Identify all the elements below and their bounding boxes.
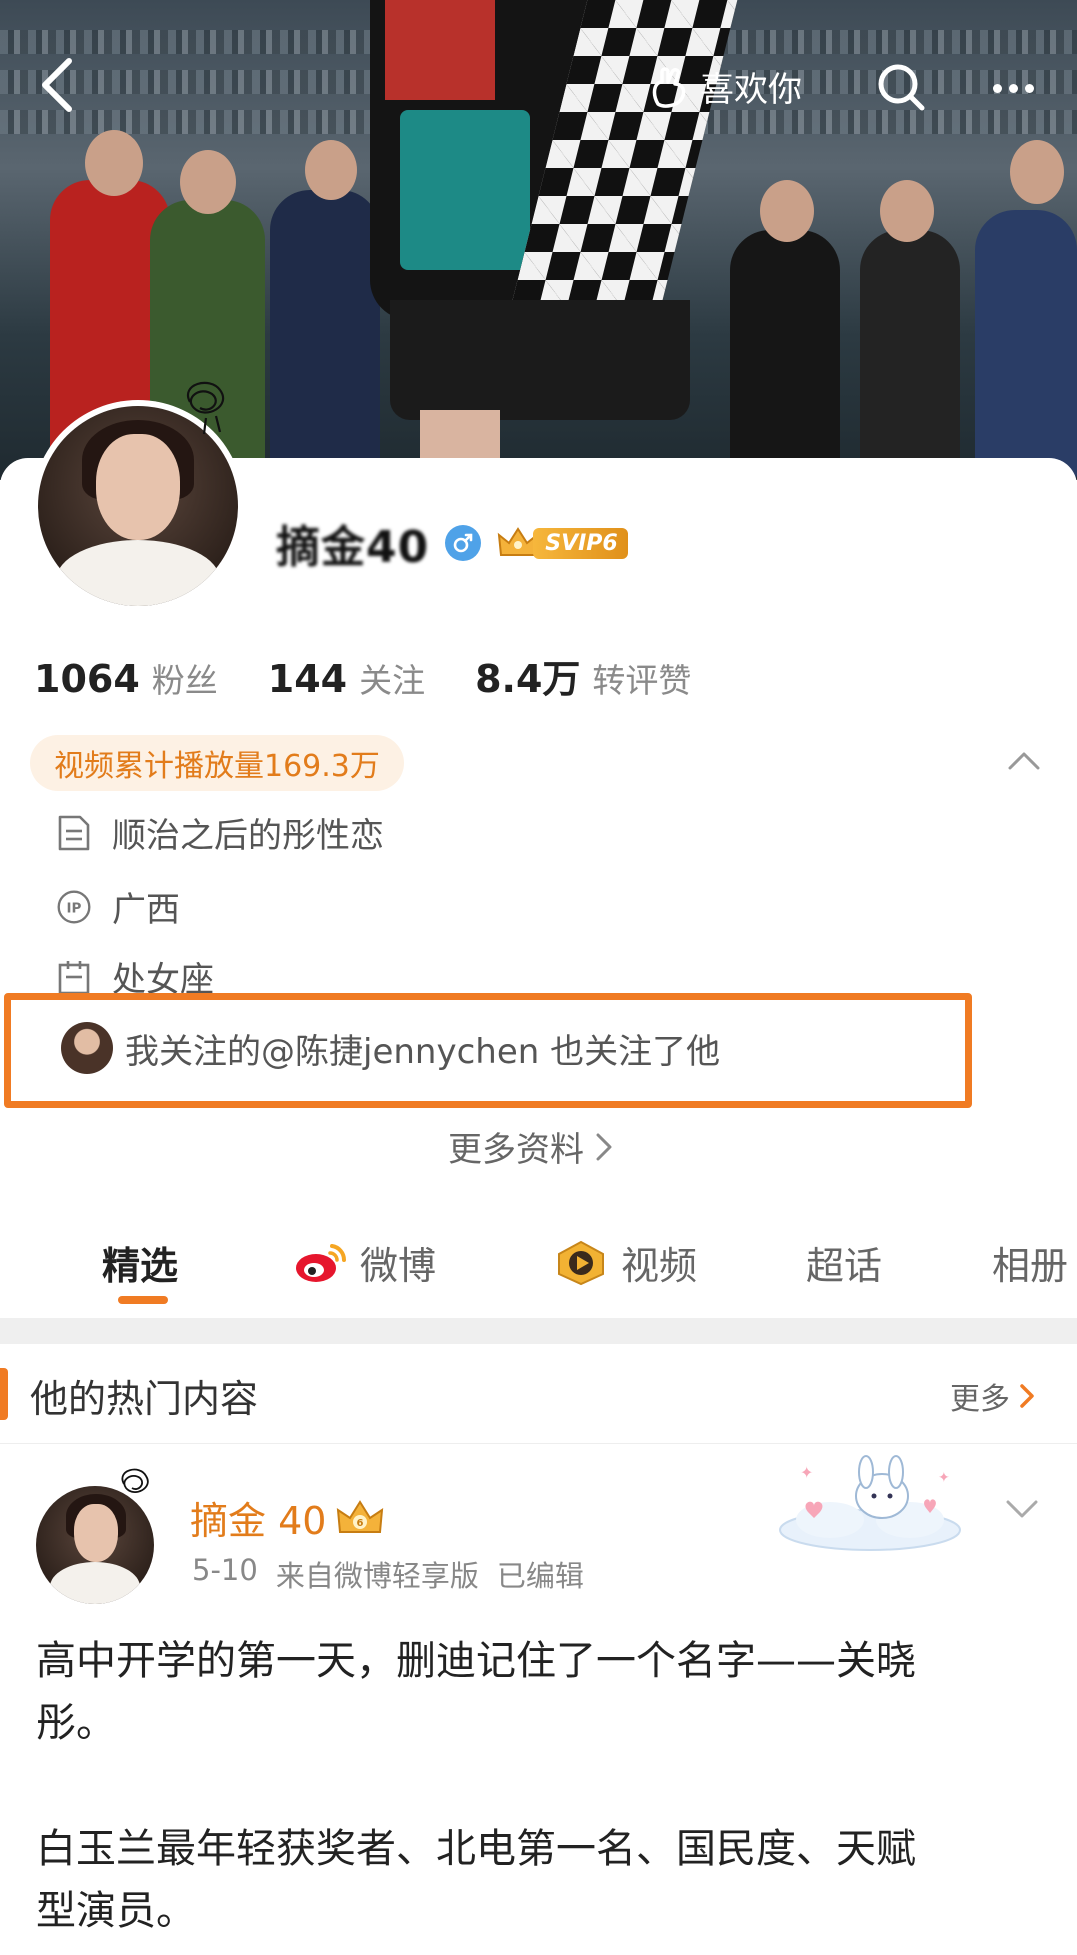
chevron-right-icon bbox=[1020, 1384, 1034, 1408]
profile-name: 摘金40 bbox=[276, 522, 430, 573]
bystander bbox=[730, 230, 840, 480]
svg-text:6: 6 bbox=[357, 1518, 364, 1529]
followers-count: 1064 bbox=[34, 657, 140, 701]
ip-icon: IP bbox=[57, 890, 91, 923]
chevron-right-icon bbox=[596, 1133, 612, 1160]
followers-stat[interactable]: 1064 粉丝 bbox=[34, 654, 218, 702]
section-accent-bar bbox=[0, 1368, 8, 1420]
bystander bbox=[270, 190, 380, 480]
dot-icon bbox=[1024, 83, 1034, 93]
profile-stats: 1064 粉丝 144 关注 8.4万 转评赞 bbox=[34, 648, 741, 703]
avatar-shirt bbox=[50, 1562, 140, 1604]
skirt bbox=[390, 300, 690, 420]
tab-label: 视频 bbox=[621, 1244, 698, 1288]
following-count: 144 bbox=[267, 657, 348, 701]
interactions-count: 8.4万 bbox=[475, 657, 581, 701]
document-icon bbox=[58, 815, 90, 850]
svg-text:✦: ✦ bbox=[800, 1463, 813, 1482]
svg-text:IP: IP bbox=[67, 900, 82, 916]
post-date: 5-10 bbox=[192, 1553, 258, 1587]
mutual-follow-text: 我关注的@陈捷jennychen 也关注了他 bbox=[125, 1031, 721, 1072]
tab-video[interactable]: 视频 bbox=[553, 1235, 697, 1290]
section-divider bbox=[0, 1318, 1077, 1344]
more-info-label: 更多资料 bbox=[448, 1130, 584, 1170]
hot-content-header: 他的热门内容 更多 bbox=[0, 1344, 1077, 1444]
profile-name-row: 摘金40 SVIP6 bbox=[276, 510, 628, 576]
followers-label: 粉丝 bbox=[151, 661, 218, 700]
interactions-stat[interactable]: 8.4万 转评赞 bbox=[475, 648, 691, 703]
following-stat[interactable]: 144 关注 bbox=[268, 654, 425, 702]
bystander bbox=[975, 210, 1077, 480]
dot-icon bbox=[992, 83, 1002, 93]
like-you-label: 喜欢你 bbox=[700, 69, 802, 110]
weibo-icon bbox=[296, 1243, 347, 1282]
chevron-left-icon bbox=[42, 58, 72, 112]
following-label: 关注 bbox=[359, 661, 426, 700]
interactions-label: 转评赞 bbox=[592, 661, 692, 700]
post-edited: 已编辑 bbox=[496, 1559, 584, 1593]
post-paragraph-line: 高中开学的第一天，删迪记住了一个名字——关晓 bbox=[36, 1638, 916, 1684]
jacket-patch bbox=[400, 110, 530, 270]
search-button[interactable] bbox=[872, 58, 932, 118]
like-you-button[interactable]: 喜欢你 bbox=[648, 58, 802, 114]
tab-label: 超话 bbox=[806, 1244, 883, 1288]
hot-content-more-link[interactable]: 更多 bbox=[950, 1374, 1036, 1418]
mutual-follower-avatar bbox=[61, 1022, 113, 1074]
post-paragraph-line: 彤。 bbox=[36, 1700, 116, 1746]
avatar-face bbox=[74, 1504, 118, 1562]
post-source: 来自微博轻享版 bbox=[275, 1559, 479, 1593]
tab-album[interactable]: 相册 bbox=[992, 1235, 1068, 1290]
active-tab-indicator bbox=[118, 1296, 168, 1304]
heart-hand-icon bbox=[652, 67, 686, 108]
post-paragraph-line: 型演员。 bbox=[36, 1888, 196, 1934]
avatar-face bbox=[96, 434, 180, 540]
svip-label: SVIP6 bbox=[533, 527, 628, 559]
tab-label: 微博 bbox=[360, 1244, 437, 1288]
male-gender-icon bbox=[445, 525, 482, 561]
bystander-head bbox=[85, 130, 143, 196]
bystander bbox=[860, 230, 960, 480]
more-label: 更多 bbox=[950, 1382, 1010, 1417]
bio-text: 顺治之后的彤性恋 bbox=[112, 816, 384, 856]
bystander-head bbox=[180, 150, 236, 214]
post-meta: 5-10 来自微博轻享版 已编辑 bbox=[192, 1553, 584, 1595]
bystander-head bbox=[760, 180, 814, 242]
avatar-shirt bbox=[56, 540, 220, 606]
tab-label: 精选 bbox=[102, 1244, 179, 1288]
tab-label: 相册 bbox=[992, 1244, 1069, 1288]
mutual-follow-row: 我关注的@陈捷jennychen 也关注了他 bbox=[61, 1022, 720, 1074]
post-author-name[interactable]: 摘金 40 bbox=[190, 1490, 326, 1545]
back-button[interactable] bbox=[22, 50, 92, 120]
scribble-sticker-icon bbox=[121, 1468, 149, 1493]
vip-crown-icon: 6 bbox=[337, 1499, 384, 1533]
cloud-bunny-sticker-icon: ✦ ✦ bbox=[779, 1455, 961, 1551]
video-views-badge: 视频累计播放量169.3万 bbox=[30, 735, 404, 791]
bystander-head bbox=[305, 140, 357, 200]
mutual-follow-highlight[interactable]: 我关注的@陈捷jennychen 也关注了他 bbox=[4, 993, 972, 1108]
chevron-down-icon[interactable] bbox=[1002, 1494, 1042, 1524]
calendar-icon bbox=[58, 960, 90, 994]
tab-weibo[interactable]: 微博 bbox=[292, 1235, 436, 1290]
chevron-up-icon[interactable] bbox=[1004, 742, 1044, 782]
video-icon bbox=[558, 1240, 604, 1285]
bio-row: 顺治之后的彤性恋 bbox=[56, 808, 384, 857]
scribble-sticker-icon bbox=[186, 381, 225, 435]
svg-text:✦: ✦ bbox=[938, 1470, 950, 1486]
more-info-link[interactable]: 更多资料 bbox=[448, 1122, 614, 1171]
tab-featured[interactable]: 精选 bbox=[102, 1235, 178, 1290]
bystander-head bbox=[1010, 140, 1064, 204]
post-paragraph-line: 白玉兰最年轻获奖者、北电第一名、国民度、天赋 bbox=[36, 1826, 916, 1872]
more-options-button[interactable] bbox=[978, 58, 1048, 118]
top-bar: 喜欢你 bbox=[0, 40, 1077, 130]
svip-badge[interactable]: SVIP6 bbox=[497, 525, 628, 561]
post-author-row: 摘金 40 6 bbox=[190, 1490, 384, 1545]
search-icon bbox=[878, 64, 925, 111]
ip-location-row: IP 广西 bbox=[56, 882, 180, 931]
dot-icon bbox=[1008, 83, 1018, 93]
ip-location-text: 广西 bbox=[112, 890, 180, 930]
hot-content-title: 他的热门内容 bbox=[30, 1377, 259, 1421]
tab-super-topic[interactable]: 超话 bbox=[806, 1235, 882, 1290]
bystander-head bbox=[880, 180, 934, 242]
